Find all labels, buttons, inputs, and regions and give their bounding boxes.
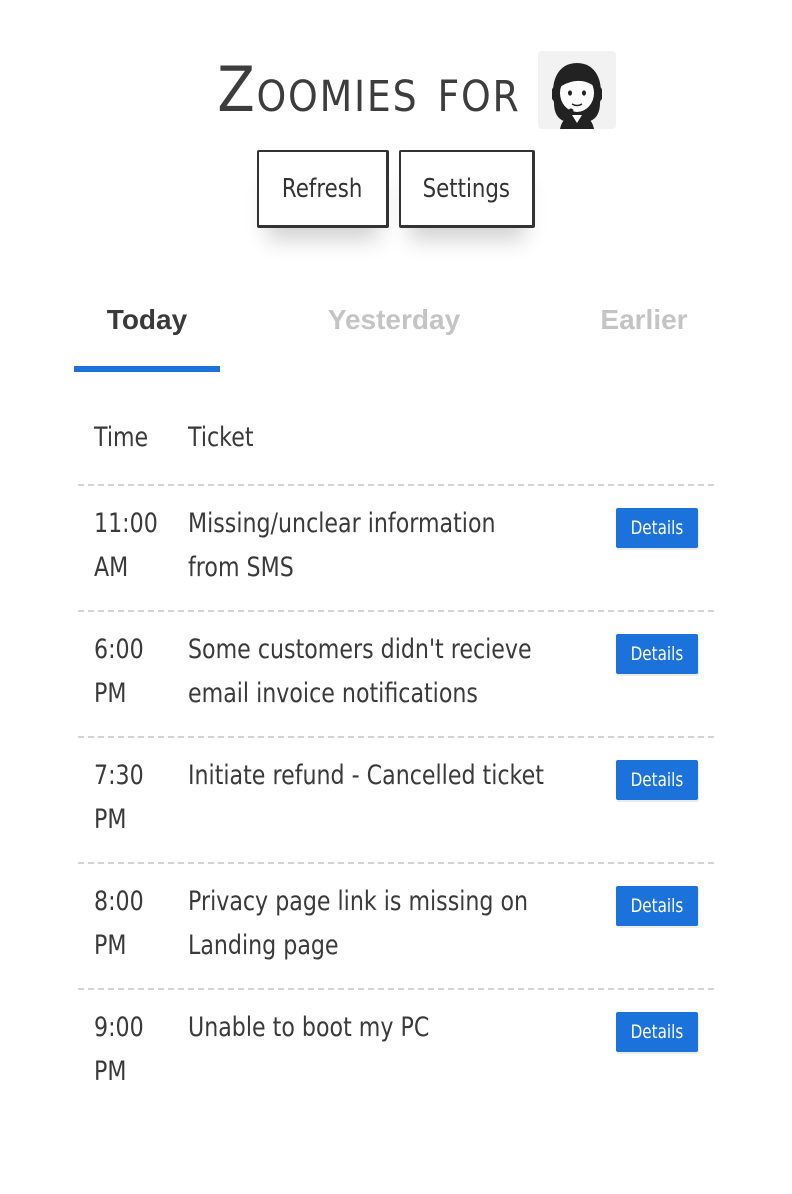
table-row: 7:30 PM Initiate refund - Cancelled tick… [78, 738, 714, 864]
tab-today[interactable]: Today [74, 290, 220, 350]
ticket-time: 7:30 PM [94, 760, 144, 835]
table-row: 9:00 PM Unable to boot my PC Details [78, 990, 714, 1114]
ticket-title: Privacy page link is missing on Landing … [188, 886, 529, 961]
date-tabs: Today Yesterday Earlier [74, 290, 714, 372]
support-agent-icon [538, 51, 617, 129]
tab-earlier[interactable]: Earlier [574, 290, 714, 350]
details-button-label: Details [630, 1021, 684, 1043]
refresh-button[interactable]: Refresh [257, 150, 389, 228]
ticket-time: 9:00 PM [94, 1012, 144, 1087]
details-button[interactable]: Details [616, 508, 698, 548]
details-button[interactable]: Details [616, 760, 698, 800]
table-row: 6:00 PM Some customers didn't recieve em… [78, 612, 714, 738]
ticket-title: Some customers didn't recieve email invo… [188, 634, 532, 709]
ticket-table: Time Ticket 11:00 AM Missing/unclear inf… [78, 412, 714, 1114]
details-button-label: Details [630, 643, 684, 665]
ticket-title: Initiate refund - Cancelled ticket [188, 760, 544, 791]
details-button[interactable]: Details [616, 886, 698, 926]
details-button[interactable]: Details [616, 634, 698, 674]
table-row: 11:00 AM Missing/unclear information fro… [78, 486, 714, 612]
table-header: Time Ticket [78, 412, 714, 486]
details-button-label: Details [630, 895, 684, 917]
page-title: Zoomies for [217, 53, 521, 126]
details-button[interactable]: Details [616, 1012, 698, 1052]
settings-button-label: Settings [422, 173, 511, 204]
ticket-time: 6:00 PM [94, 634, 144, 709]
table-row: 8:00 PM Privacy page link is missing on … [78, 864, 714, 990]
column-header-ticket: Ticket [188, 422, 254, 453]
active-tab-indicator [74, 366, 220, 372]
ticket-time: 11:00 AM [94, 508, 158, 583]
settings-button[interactable]: Settings [399, 150, 535, 228]
details-button-label: Details [630, 517, 684, 539]
tab-yesterday[interactable]: Yesterday [306, 290, 482, 350]
ticket-time: 8:00 PM [94, 886, 144, 961]
ticket-title: Missing/unclear information from SMS [188, 508, 496, 583]
column-header-time: Time [94, 422, 149, 453]
toolbar: Refresh Settings [0, 150, 792, 228]
details-button-label: Details [630, 769, 684, 791]
refresh-button-label: Refresh [282, 173, 363, 204]
ticket-title: Unable to boot my PC [188, 1012, 430, 1043]
app-header: Zoomies for [0, 50, 792, 130]
